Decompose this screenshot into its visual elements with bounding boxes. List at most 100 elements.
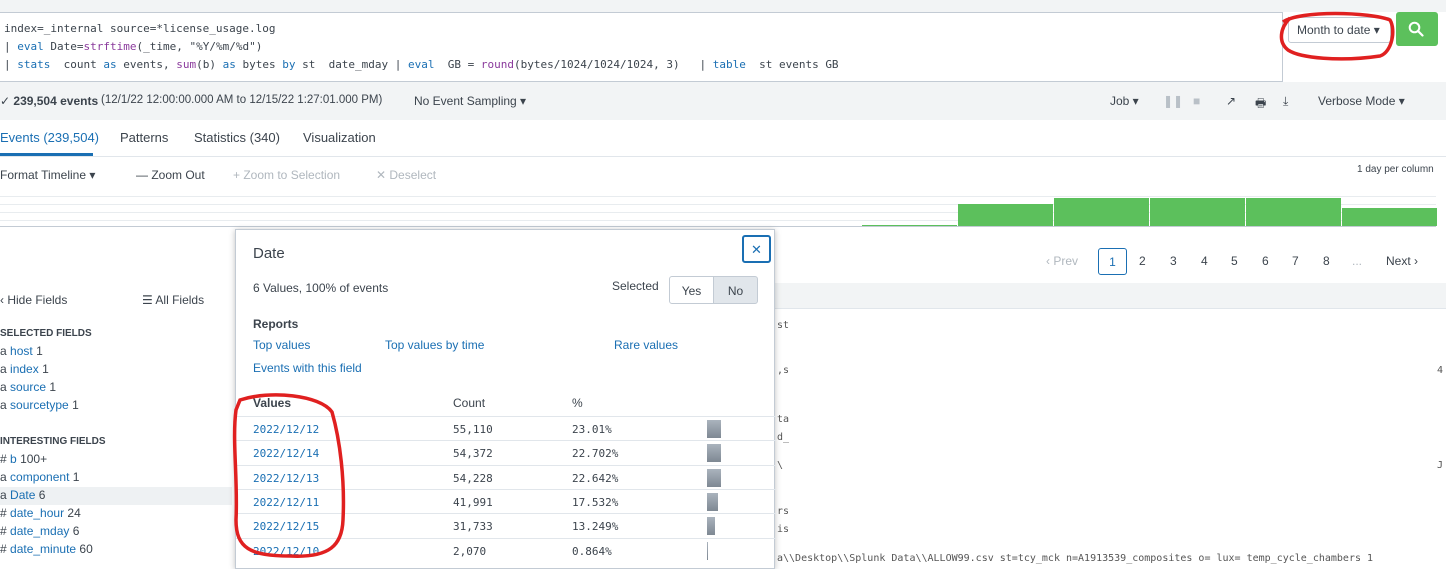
top-values-by-time-link[interactable]: Top values by time — [385, 338, 484, 352]
query-line-2: | eval Date=strftime(_time, "%Y/%m/%d") — [4, 40, 263, 53]
popup-subtitle: 6 Values, 100% of events — [253, 281, 389, 295]
page-ellipsis: ... — [1352, 254, 1363, 268]
value-row[interactable]: 2022/12/11 41,991 17.532% — [236, 488, 776, 513]
timeline-bar[interactable] — [1054, 198, 1149, 226]
value-link[interactable]: 2022/12/13 — [253, 472, 319, 485]
deselect-button[interactable]: ✕ Deselect — [376, 168, 436, 182]
page-1[interactable]: 1 — [1098, 248, 1127, 275]
interesting-field-b[interactable]: # b 100+ — [0, 452, 47, 466]
value-link[interactable]: 2022/12/15 — [253, 520, 319, 533]
interesting-field-date[interactable]: a Date 6 — [0, 488, 45, 502]
popup-title: Date — [253, 245, 285, 262]
value-percent: 23.01% — [572, 423, 612, 436]
value-row[interactable]: 2022/12/15 31,733 13.249% — [236, 513, 776, 537]
event-fragment: rs — [777, 506, 790, 517]
interesting-field-date_hour[interactable]: # date_hour 24 — [0, 506, 81, 520]
format-timeline-menu[interactable]: Format Timeline ▾ — [0, 168, 95, 182]
value-count: 2,070 — [453, 544, 487, 558]
top-values-link[interactable]: Top values — [253, 338, 310, 352]
value-link[interactable]: 2022/12/11 — [253, 496, 319, 509]
value-link[interactable]: 2022/12/14 — [253, 447, 319, 460]
next-page[interactable]: Next › — [1386, 254, 1418, 268]
selected-no-toggle[interactable]: No — [713, 276, 758, 304]
value-row[interactable]: 2022/12/12 55,110 23.01% — [236, 416, 776, 440]
job-menu[interactable]: Job ▾ — [1110, 94, 1139, 108]
value-percent: 22.642% — [572, 471, 619, 485]
selected-yes-toggle[interactable]: Yes — [669, 276, 714, 304]
selected-field-index[interactable]: a index 1 — [0, 362, 49, 376]
selected-field-sourcetype[interactable]: a sourcetype 1 — [0, 398, 79, 412]
close-icon[interactable]: ✕ — [742, 235, 771, 263]
timeline-baseline — [0, 226, 1436, 227]
value-percent: 13.249% — [572, 520, 619, 534]
value-percent-bar — [707, 444, 721, 463]
timeline-bar[interactable] — [1246, 198, 1341, 226]
count-column-header: Count — [453, 396, 486, 410]
value-percent-bar — [707, 468, 721, 487]
time-range-picker[interactable]: Month to date ▾ — [1288, 17, 1391, 43]
value-percent: 17.532% — [572, 495, 619, 509]
value-link[interactable]: 2022/12/10 — [253, 545, 319, 558]
page-2[interactable]: 2 — [1139, 254, 1146, 268]
value-row[interactable]: 2022/12/14 54,372 22.702% — [236, 440, 776, 464]
event-fragment: ,s — [777, 365, 790, 376]
search-button[interactable] — [1396, 12, 1438, 46]
page-7[interactable]: 7 — [1292, 254, 1299, 268]
value-count: 41,991 — [453, 495, 493, 509]
reports-heading: Reports — [253, 317, 299, 331]
event-count: ✓ 239,504 events — [0, 94, 99, 108]
pause-icon[interactable]: ❚❚ — [1163, 94, 1183, 108]
tab-statistics[interactable]: Statistics (340) — [194, 130, 280, 145]
percent-column-header: % — [572, 396, 583, 410]
page-3[interactable]: 3 — [1170, 254, 1177, 268]
selected-label: Selected — [612, 279, 659, 293]
timeline-bar[interactable] — [1342, 208, 1437, 226]
export-icon[interactable]: ⤓ — [1283, 94, 1288, 109]
prev-page[interactable]: ‹ Prev — [1046, 254, 1078, 268]
results-tabs: Events (239,504) Patterns Statistics (34… — [0, 120, 1446, 157]
interesting-field-component[interactable]: a component 1 — [0, 470, 79, 484]
query-line-1: index=_internal source=*license_usage.lo… — [4, 22, 276, 35]
events-with-field-link[interactable]: Events with this field — [253, 361, 362, 375]
value-percent-bar — [707, 517, 716, 536]
page-8[interactable]: 8 — [1323, 254, 1330, 268]
zoom-out-button[interactable]: — Zoom Out — [136, 168, 205, 182]
page-5[interactable]: 5 — [1231, 254, 1238, 268]
tab-patterns[interactable]: Patterns — [120, 130, 168, 145]
timeline-bar[interactable] — [1150, 198, 1245, 226]
search-query-box[interactable]: index=_internal source=*license_usage.lo… — [0, 12, 1283, 82]
page-4[interactable]: 4 — [1201, 254, 1208, 268]
value-link[interactable]: 2022/12/12 — [253, 423, 319, 436]
stop-icon[interactable]: ■ — [1193, 94, 1200, 108]
share-icon[interactable]: ↗ — [1226, 94, 1236, 108]
value-row[interactable]: 2022/12/13 54,228 22.642% — [236, 464, 776, 489]
event-fragment: 4 — [1437, 365, 1444, 376]
search-icon — [1408, 21, 1424, 37]
value-percent-bar — [707, 541, 708, 560]
zoom-to-selection-button[interactable]: + Zoom to Selection — [233, 168, 340, 182]
tab-events[interactable]: Events (239,504) — [0, 130, 99, 145]
rare-values-link[interactable]: Rare values — [614, 338, 678, 352]
event-fragment: J — [1437, 460, 1444, 471]
all-fields-button[interactable]: ☰ All Fields — [142, 293, 204, 307]
hide-fields-button[interactable]: ‹ Hide Fields — [0, 293, 67, 307]
value-row[interactable]: 2022/12/10 2,070 0.864% — [236, 537, 776, 562]
value-count: 54,372 — [453, 447, 493, 461]
selected-field-source[interactable]: a source 1 — [0, 380, 56, 394]
page-6[interactable]: 6 — [1262, 254, 1269, 268]
tab-visualization[interactable]: Visualization — [303, 130, 376, 145]
active-tab-indicator — [0, 153, 93, 156]
interesting-fields-header: INTERESTING FIELDS — [0, 436, 106, 447]
event-raw-text: a\\Desktop\\Splunk Data\\ALLOW99.csv st=… — [777, 553, 1374, 564]
interesting-field-date_mday[interactable]: # date_mday 6 — [0, 524, 79, 538]
field-summary-popup: Date ✕ 6 Values, 100% of events Selected… — [235, 229, 776, 569]
interesting-field-date_minute[interactable]: # date_minute 60 — [0, 542, 93, 556]
value-count: 31,733 — [453, 520, 493, 534]
selected-fields-header: SELECTED FIELDS — [0, 328, 92, 339]
search-mode-dropdown[interactable]: Verbose Mode ▾ — [1318, 94, 1405, 108]
timeline-bar[interactable] — [958, 204, 1053, 226]
event-sampling-dropdown[interactable]: No Event Sampling ▾ — [414, 94, 526, 108]
print-icon[interactable]: 🖶 — [1255, 94, 1266, 115]
selected-field-host[interactable]: a host 1 — [0, 344, 43, 358]
event-summary-bar: ✓ 239,504 events (12/1/22 12:00:00.000 A… — [0, 82, 1446, 120]
